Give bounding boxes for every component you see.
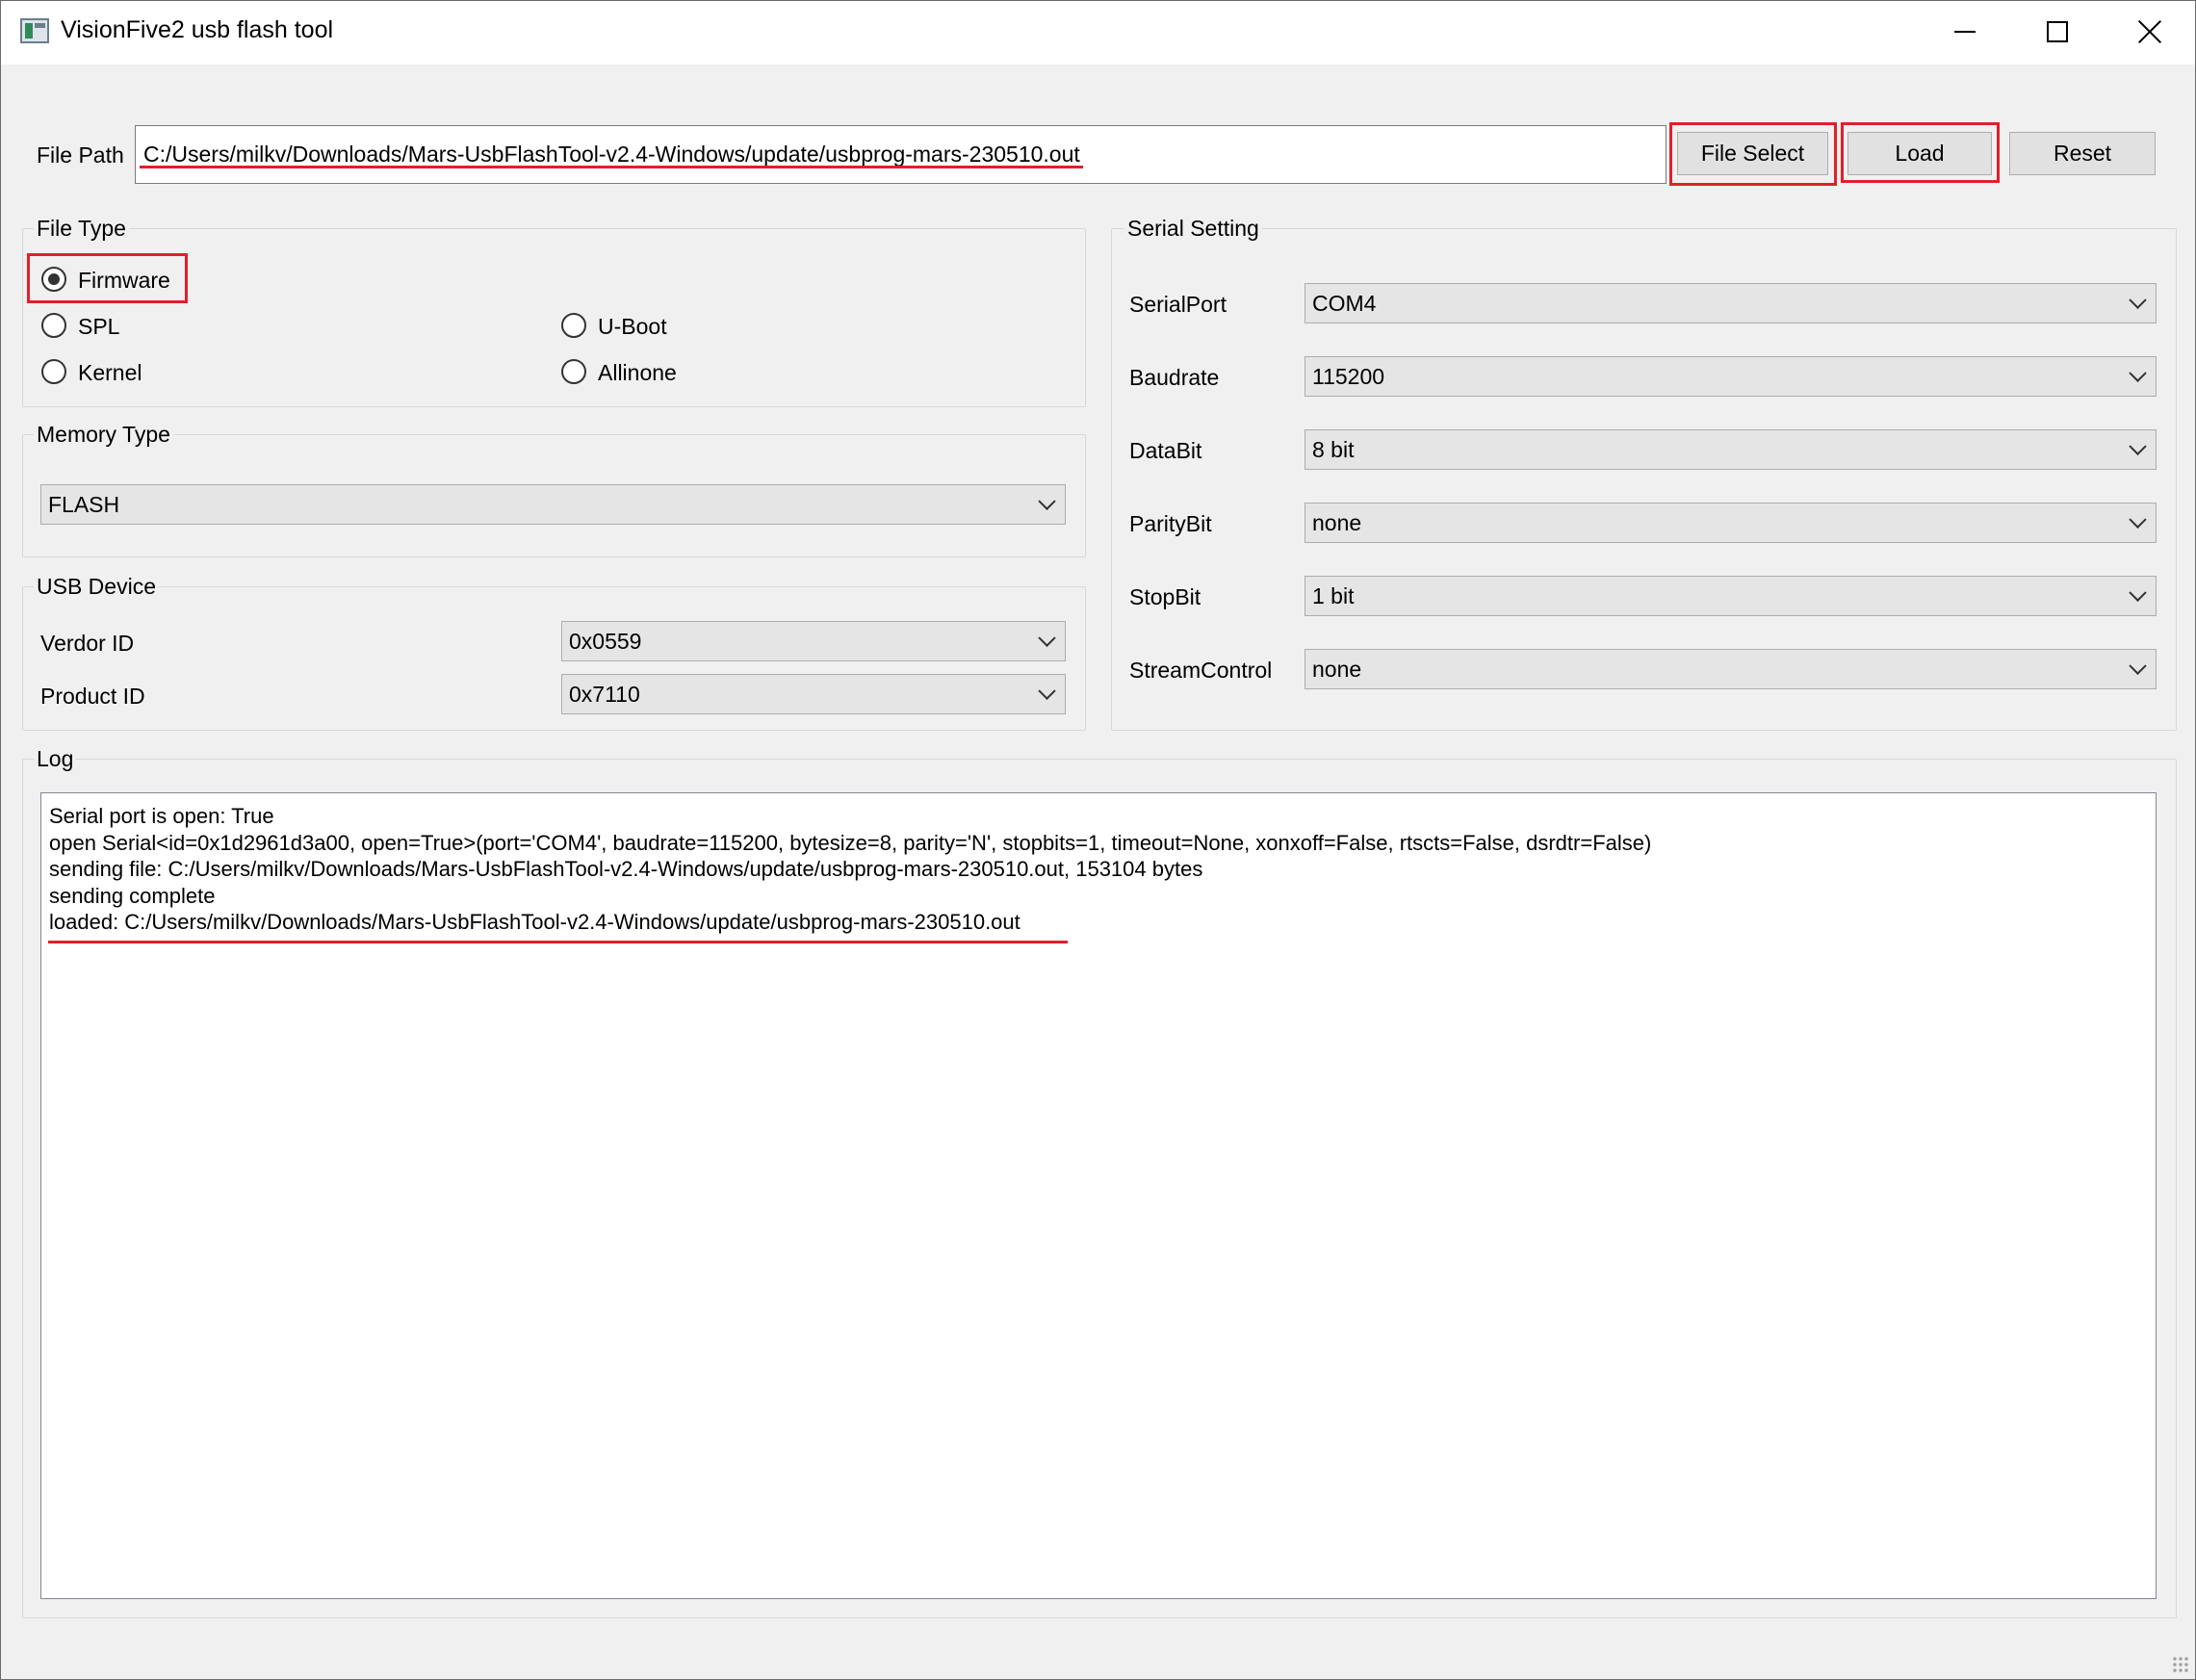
log-line: sending complete	[49, 883, 216, 908]
stopbit-label: StopBit	[1129, 584, 1201, 609]
chevron-down-icon	[2129, 291, 2147, 309]
chevron-down-icon	[1038, 682, 1056, 700]
uboot-label[interactable]: U-Boot	[598, 314, 667, 340]
product-id-label: Product ID	[40, 684, 145, 709]
file-select-highlight	[1669, 122, 1837, 186]
minimize-icon	[1954, 31, 1976, 33]
file-path-value: C:/Users/milkv/Downloads/Mars-UsbFlashTo…	[143, 142, 1080, 167]
firmware-highlight	[27, 253, 188, 303]
kernel-label[interactable]: Kernel	[78, 360, 142, 386]
log-line: sending file: C:/Users/milkv/Downloads/M…	[49, 857, 1203, 881]
serial-setting-title: Serial Setting	[1124, 216, 1262, 242]
databit-select[interactable]: 8 bit	[1305, 429, 2157, 470]
maximize-icon	[2047, 21, 2068, 42]
vendor-id-label: Verdor ID	[40, 631, 135, 656]
reset-button[interactable]: Reset	[2009, 132, 2156, 175]
databit-label: DataBit	[1129, 438, 1202, 463]
title-separator	[1, 65, 2195, 84]
chevron-down-icon	[1038, 492, 1056, 510]
paritybit-select[interactable]: none	[1305, 503, 2157, 543]
chevron-down-icon	[2129, 510, 2147, 529]
log-line: Serial port is open: True	[49, 804, 274, 828]
stopbit-value: 1 bit	[1312, 582, 1355, 608]
chevron-down-icon	[2129, 657, 2147, 675]
product-id-value: 0x7110	[569, 681, 640, 707]
product-id-select[interactable]: 0x7110	[561, 674, 1066, 714]
log-title: Log	[34, 746, 77, 772]
minimize-button[interactable]	[1919, 1, 2011, 63]
close-icon	[2137, 19, 2162, 44]
serial-port-select[interactable]: COM4	[1305, 283, 2157, 323]
load-highlight	[1841, 122, 2000, 183]
spl-radio[interactable]	[41, 313, 66, 338]
file-path-underline	[140, 166, 1083, 168]
resize-grip[interactable]	[2172, 1656, 2189, 1673]
window-title: VisionFive2 usb flash tool	[61, 16, 334, 43]
serial-port-value: COM4	[1312, 290, 1377, 316]
vendor-id-value: 0x0559	[569, 628, 642, 654]
streamcontrol-select[interactable]: none	[1305, 649, 2157, 689]
streamcontrol-value: none	[1312, 656, 1362, 682]
chevron-down-icon	[1038, 629, 1056, 647]
maximize-button[interactable]	[2011, 1, 2104, 63]
spl-label[interactable]: SPL	[78, 314, 119, 340]
file-path-label: File Path	[37, 142, 124, 168]
chevron-down-icon	[2129, 364, 2147, 382]
memory-type-value: FLASH	[48, 491, 120, 517]
title-bar[interactable]: VisionFive2 usb flash tool	[1, 1, 2195, 65]
file-path-input[interactable]: C:/Users/milkv/Downloads/Mars-UsbFlashTo…	[135, 125, 1666, 184]
kernel-radio[interactable]	[41, 359, 66, 384]
uboot-radio[interactable]	[561, 313, 586, 338]
databit-value: 8 bit	[1312, 436, 1355, 462]
paritybit-label: ParityBit	[1129, 511, 1212, 536]
log-line: loaded: C:/Users/milkv/Downloads/Mars-Us…	[49, 910, 1020, 934]
baudrate-select[interactable]: 115200	[1305, 356, 2157, 397]
allinone-radio[interactable]	[561, 359, 586, 384]
vendor-id-select[interactable]: 0x0559	[561, 621, 1066, 661]
allinone-label[interactable]: Allinone	[598, 360, 677, 386]
baudrate-value: 115200	[1312, 363, 1385, 389]
close-button[interactable]	[2104, 1, 2196, 63]
log-output[interactable]: Serial port is open: True open Serial<id…	[40, 792, 2157, 1599]
chevron-down-icon	[2129, 437, 2147, 455]
stopbit-select[interactable]: 1 bit	[1305, 576, 2157, 616]
log-line: open Serial<id=0x1d2961d3a00, open=True>…	[49, 830, 1652, 855]
memory-type-select[interactable]: FLASH	[40, 484, 1066, 525]
file-type-title: File Type	[34, 216, 129, 242]
app-icon	[20, 18, 49, 43]
memory-type-title: Memory Type	[34, 422, 173, 448]
baudrate-label: Baudrate	[1129, 365, 1220, 390]
paritybit-value: none	[1312, 509, 1362, 535]
streamcontrol-label: StreamControl	[1129, 658, 1273, 683]
loaded-line-underline	[48, 941, 1068, 943]
usb-device-title: USB Device	[34, 574, 159, 600]
main-window: VisionFive2 usb flash tool File Path C:/…	[0, 0, 2196, 1680]
serial-port-label: SerialPort	[1129, 292, 1227, 317]
chevron-down-icon	[2129, 583, 2147, 602]
